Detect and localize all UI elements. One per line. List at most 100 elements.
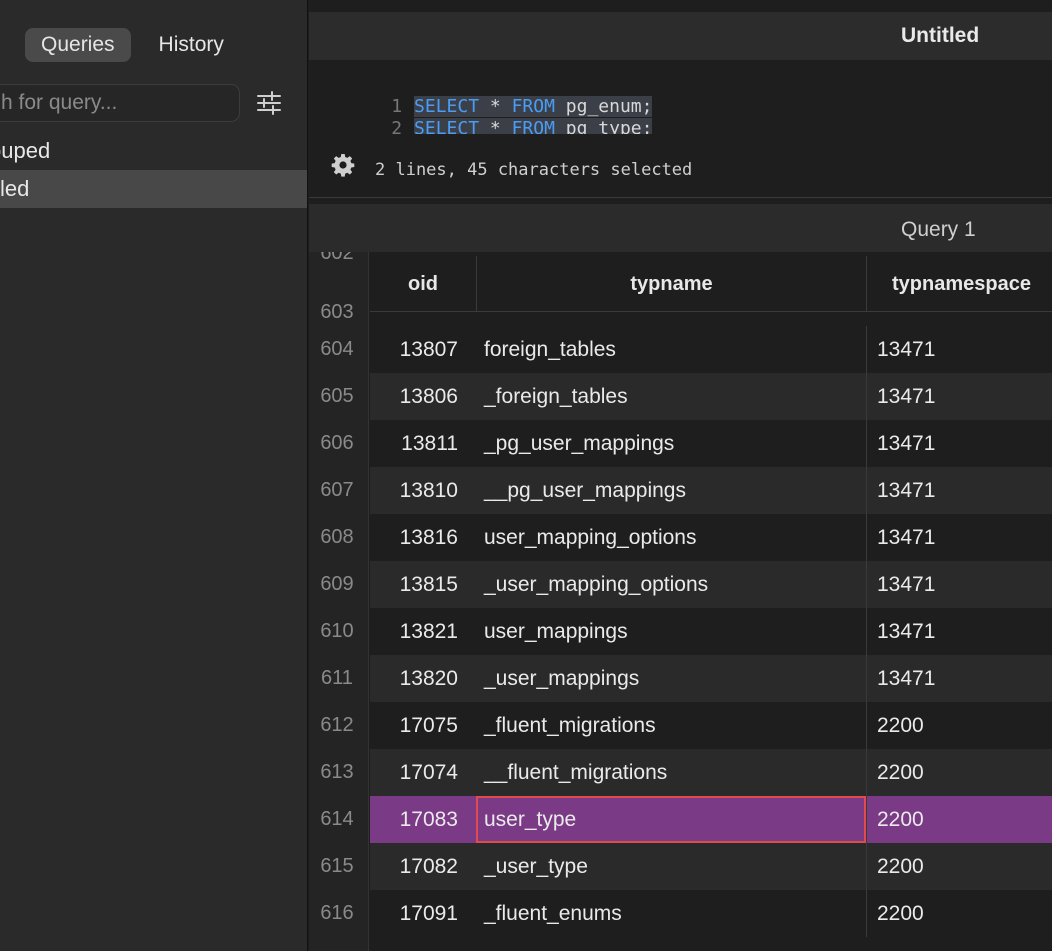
row-number: 616 <box>320 902 354 924</box>
cell-oid[interactable]: 13816 <box>370 514 476 561</box>
cell-oid[interactable]: 17082 <box>370 843 476 890</box>
editor-titlebar: Untitled <box>309 12 1052 60</box>
sidebar: Queries History h for query... ouped itl… <box>0 0 308 951</box>
cell-oid[interactable]: 13806 <box>370 373 476 420</box>
table-row[interactable]: 13811 _pg_user_mappings 13471 <box>370 420 1052 467</box>
selection-status: 2 lines, 45 characters selected <box>375 160 693 180</box>
results-header: Query 1 <box>309 204 1052 252</box>
code-line: 1 SELECT * FROM pg_enum; <box>309 74 1052 117</box>
sidebar-group-ungrouped[interactable]: ouped <box>0 132 307 170</box>
cell-typnamespace[interactable]: 13471 <box>866 561 1052 608</box>
cell-typname[interactable]: _foreign_tables <box>476 373 866 420</box>
table-row[interactable]: 13820 _user_mappings 13471 <box>370 655 1052 702</box>
table-row[interactable]: 13810 __pg_user_mappings 13471 <box>370 467 1052 514</box>
table-row[interactable]: 17083 user_type 2200 <box>370 796 1052 843</box>
cell-oid[interactable]: 13810 <box>370 467 476 514</box>
column-header-typnamespace[interactable]: typnamespace <box>866 256 1052 312</box>
cell-typname[interactable]: _pg_user_mappings <box>476 420 866 467</box>
main-panel: Untitled 1 SELECT * FROM pg_enum; 2 SELECT… <box>309 0 1052 951</box>
code-text: pg_type; <box>554 118 653 134</box>
cell-typname[interactable]: _user_type <box>476 843 866 890</box>
cell-oid[interactable]: 13821 <box>370 608 476 655</box>
row-number: 605 <box>320 385 354 407</box>
cell-typnamespace[interactable]: 2200 <box>866 843 1052 890</box>
table-row[interactable]: 13821 user_mappings 13471 <box>370 608 1052 655</box>
cell-oid[interactable]: 17074 <box>370 749 476 796</box>
cell-typnamespace[interactable]: 13471 <box>866 326 1052 373</box>
cell-typnamespace[interactable]: 2200 <box>866 890 1052 937</box>
row-number: 612 <box>320 714 354 736</box>
row-number: 603 <box>320 301 354 323</box>
sql-editor[interactable]: 1 SELECT * FROM pg_enum; 2 SELECT * FROM p… <box>309 60 1052 134</box>
row-number: 614 <box>320 808 354 830</box>
query-tab-title[interactable]: Untitled <box>901 24 979 48</box>
search-input[interactable]: h for query... <box>0 84 240 122</box>
cell-oid[interactable]: 17083 <box>370 796 476 843</box>
cell-typnamespace[interactable]: 13471 <box>866 608 1052 655</box>
cell-typname[interactable]: _fluent_enums <box>476 890 866 937</box>
column-header-typname[interactable]: typname <box>476 256 866 312</box>
sidebar-segmented-control: Queries History <box>25 28 240 62</box>
cell-typnamespace[interactable]: 13471 <box>866 655 1052 702</box>
filter-icon[interactable] <box>256 90 282 116</box>
cell-typnamespace[interactable]: 13471 <box>866 420 1052 467</box>
row-number: 604 <box>320 338 354 360</box>
cell-typname[interactable]: _user_mapping_options <box>476 561 866 608</box>
cell-oid[interactable]: 13820 <box>370 655 476 702</box>
cell-typnamespace[interactable]: 13471 <box>866 467 1052 514</box>
cell-oid[interactable]: 17075 <box>370 702 476 749</box>
cell-typnamespace[interactable]: 2200 <box>866 702 1052 749</box>
cell-typname[interactable]: __fluent_migrations <box>476 749 866 796</box>
tab-history[interactable]: History <box>143 28 240 62</box>
results-table: oid typname typnamespace 13807 foreign_ta… <box>370 252 1052 951</box>
row-number: 613 <box>320 761 354 783</box>
cell-typnamespace[interactable]: 13471 <box>866 373 1052 420</box>
table-row[interactable]: 13816 user_mapping_options 13471 <box>370 514 1052 561</box>
row-number: 607 <box>320 479 354 501</box>
results-grid[interactable]: 602 603 604 605 606 607 608 609 610 611 612 613 61… <box>309 252 1052 951</box>
line-number: 2 <box>391 118 403 134</box>
cell-oid[interactable]: 13815 <box>370 561 476 608</box>
cell-typname[interactable]: user_mappings <box>476 608 866 655</box>
tab-queries[interactable]: Queries <box>25 28 131 62</box>
cell-oid[interactable]: 17091 <box>370 890 476 937</box>
cell-typname[interactable]: user_type <box>476 796 866 843</box>
column-header-oid[interactable]: oid <box>370 256 476 312</box>
table-row-partial <box>370 312 1052 326</box>
table-row[interactable]: 17091 _fluent_enums 2200 <box>370 890 1052 937</box>
cell-typnamespace[interactable]: 2200 <box>866 796 1052 843</box>
cell-typname[interactable]: _fluent_migrations <box>476 702 866 749</box>
cell-typname[interactable]: user_mapping_options <box>476 514 866 561</box>
cell-oid[interactable]: 13811 <box>370 420 476 467</box>
results-tab-title[interactable]: Query 1 <box>901 218 976 242</box>
row-number: 608 <box>320 526 354 548</box>
search-row: h for query... <box>0 84 307 122</box>
sidebar-item-untitled[interactable]: itled <box>0 170 307 208</box>
row-number: 606 <box>320 432 354 454</box>
row-number: 615 <box>320 855 354 877</box>
cell-oid[interactable]: 13807 <box>370 326 476 373</box>
cell-typname[interactable]: __pg_user_mappings <box>476 467 866 514</box>
table-row[interactable]: 13807 foreign_tables 13471 <box>370 326 1052 373</box>
table-row[interactable]: 13815 _user_mapping_options 13471 <box>370 561 1052 608</box>
cell-typname[interactable]: _user_mappings <box>476 655 866 702</box>
column-header-row: oid typname typnamespace <box>370 256 1052 312</box>
table-row[interactable]: 17082 _user_type 2200 <box>370 843 1052 890</box>
row-number: 611 <box>321 667 353 689</box>
operator: * <box>479 118 512 134</box>
cell-typnamespace[interactable]: 2200 <box>866 749 1052 796</box>
table-row[interactable]: 17075 _fluent_migrations 2200 <box>370 702 1052 749</box>
editor-status-bar: 2 lines, 45 characters selected <box>309 140 1052 198</box>
cell-typnamespace[interactable]: 13471 <box>866 514 1052 561</box>
row-number: 609 <box>320 573 354 595</box>
keyword: FROM <box>511 118 555 134</box>
row-number: 602 <box>320 252 354 264</box>
table-row[interactable]: 17074 __fluent_migrations 2200 <box>370 749 1052 796</box>
keyword: SELECT <box>414 118 480 134</box>
code-line: 2 SELECT * FROM pg_type; <box>309 96 653 134</box>
row-number: 610 <box>320 620 354 642</box>
table-row[interactable]: 13806 _foreign_tables 13471 <box>370 373 1052 420</box>
gear-icon[interactable] <box>331 153 355 177</box>
cell-typname[interactable]: foreign_tables <box>476 326 866 373</box>
row-number-gutter: 602 603 604 605 606 607 608 609 610 611 612 613 61… <box>309 252 369 951</box>
